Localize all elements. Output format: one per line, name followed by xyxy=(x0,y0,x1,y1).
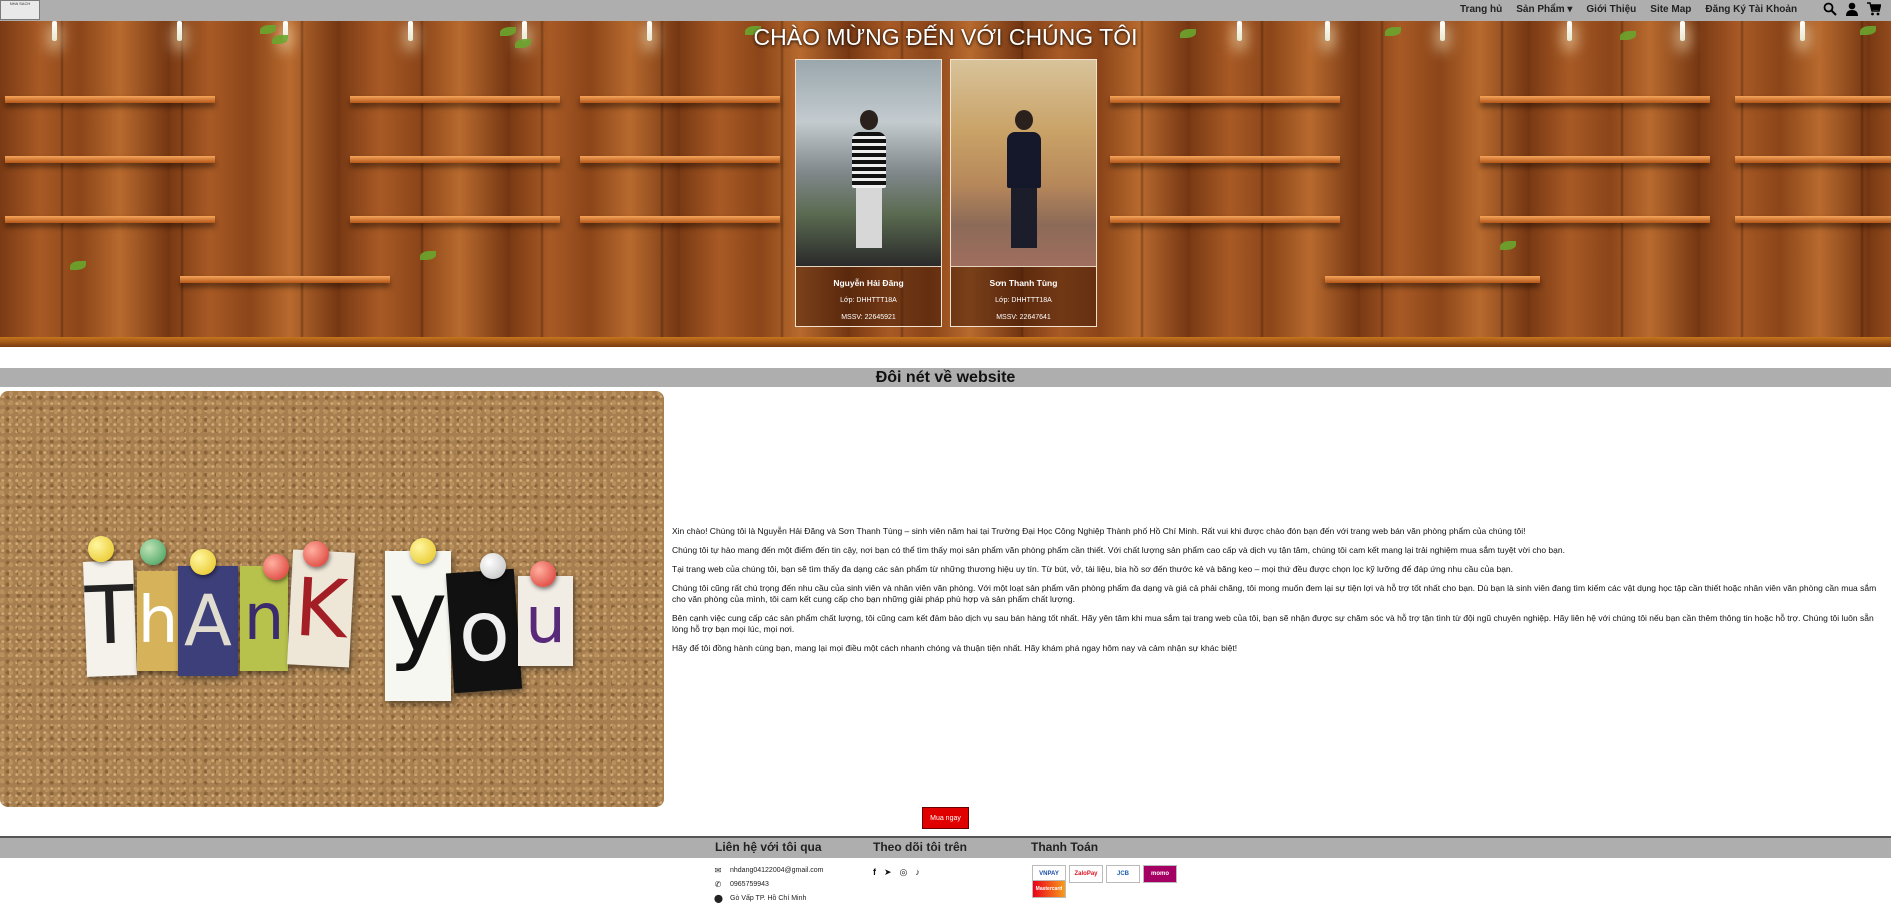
about-paragraph: Hãy để tôi đồng hành cùng bạn, mang lại … xyxy=(672,643,1238,653)
payment-heading: Thanh Toán xyxy=(1031,840,1099,854)
nav-icons xyxy=(1823,2,1882,16)
site-logo[interactable]: NHA SACH xyxy=(0,0,40,20)
top-navbar: NHA SACH Trang hủ Sản Phẩm ▾ Giới Thiệu … xyxy=(0,0,1891,21)
contact-email[interactable]: ✉ nhdang04122004@gmail.com xyxy=(714,866,824,875)
telegram-icon[interactable]: ➤ xyxy=(884,867,892,878)
social-links: f ➤ ◎ ♪ xyxy=(873,867,920,878)
member-name: Nguyễn Hải Đăng xyxy=(833,278,904,288)
user-icon[interactable] xyxy=(1845,2,1859,16)
contact-address: ⬤ Gò Vấp TP. Hồ Chí Minh xyxy=(714,894,807,903)
nav-item-products[interactable]: Sản Phẩm ▾ xyxy=(1516,4,1572,15)
cart-icon[interactable] xyxy=(1867,2,1882,16)
thank-you-image: T h A n K y o u xyxy=(0,391,664,807)
contact-phone[interactable]: ✆ 0965759943 xyxy=(714,880,769,889)
about-paragraph: Xin chào! Chúng tôi là Nguyễn Hải Đăng v… xyxy=(672,526,1526,536)
member-id: MSSV: 22647641 xyxy=(996,314,1051,321)
follow-heading: Theo dõi tôi trên xyxy=(873,840,967,854)
contact-heading: Liên hệ với tôi qua xyxy=(715,840,822,854)
member-name: Sơn Thanh Tùng xyxy=(989,278,1058,288)
member-card: Nguyễn Hải Đăng Lớp: DHHTTT18A MSSV: 226… xyxy=(795,59,942,327)
payment-logo: ZaloPay xyxy=(1069,865,1103,883)
about-paragraph: Chúng tôi tự hào mang đến một điểm đến t… xyxy=(672,545,1565,555)
member-class: Lớp: DHHTTT18A xyxy=(840,297,897,304)
about-paragraph: Tại trang web của chúng tôi, bạn sẽ tìm … xyxy=(672,564,1514,574)
member-id: MSSV: 22645921 xyxy=(841,314,896,321)
envelope-icon: ✉ xyxy=(714,866,722,875)
payment-logo: JCB xyxy=(1106,865,1140,883)
phone-icon: ✆ xyxy=(714,880,722,889)
buy-now-button[interactable]: Mua ngay xyxy=(922,807,969,829)
member-card: Sơn Thanh Tùng Lớp: DHHTTT18A MSSV: 2264… xyxy=(950,59,1097,327)
payment-methods-row2: Mastercard xyxy=(1032,880,1066,898)
nav-item-about[interactable]: Giới Thiệu xyxy=(1586,4,1636,15)
about-text: Xin chào! Chúng tôi là Nguyễn Hải Đăng v… xyxy=(672,526,1891,662)
tiktok-icon[interactable]: ♪ xyxy=(915,867,920,878)
nav-item-home[interactable]: Trang hủ xyxy=(1460,4,1502,15)
search-icon[interactable] xyxy=(1823,2,1837,16)
hero-title: CHÀO MỪNG ĐẾN VỚI CHÚNG TÔI xyxy=(753,24,1138,50)
facebook-icon[interactable]: f xyxy=(873,867,876,878)
hero-banner xyxy=(0,21,1891,347)
payment-logo: momo xyxy=(1143,865,1177,883)
nav-item-sitemap[interactable]: Site Map xyxy=(1650,4,1691,15)
about-paragraph: Chúng tôi cũng rất chú trọng đến nhu cầu… xyxy=(672,583,1877,604)
nav-menu: Trang hủ Sản Phẩm ▾ Giới Thiệu Site Map … xyxy=(1460,4,1797,15)
member-class: Lớp: DHHTTT18A xyxy=(995,297,1052,304)
member-photo xyxy=(796,60,941,267)
nav-item-register[interactable]: Đăng Ký Tài Khoản xyxy=(1705,4,1797,15)
instagram-icon[interactable]: ◎ xyxy=(900,867,908,878)
member-photo xyxy=(951,60,1096,267)
about-heading: Đôi nét về website xyxy=(0,368,1891,387)
location-pin-icon: ⬤ xyxy=(714,894,723,903)
about-paragraph: Bên cạnh việc cung cấp các sản phẩm chất… xyxy=(672,613,1874,634)
payment-logo: Mastercard xyxy=(1032,880,1066,898)
